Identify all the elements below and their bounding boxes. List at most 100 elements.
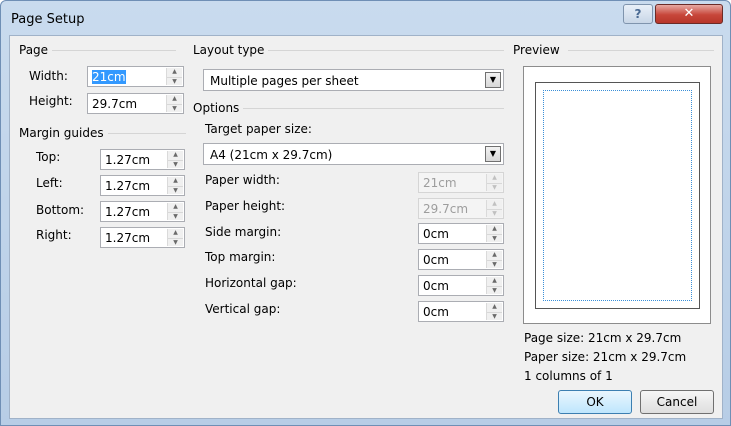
top-margin-spin-buttons[interactable]: ▲ ▼ [167, 151, 183, 168]
margins-group-divider [106, 133, 186, 134]
bottom-margin-spin-buttons[interactable]: ▲ ▼ [167, 203, 183, 220]
paper-height-stepper: 29.7cm ▲ ▼ [418, 198, 504, 219]
preview-group-label: Preview [513, 43, 564, 57]
arrow-down-icon[interactable]: ▼ [487, 260, 502, 269]
arrow-down-icon[interactable]: ▼ [487, 234, 502, 243]
bottom-margin-value[interactable]: 1.27cm [105, 205, 150, 219]
right-margin-spin-buttons[interactable]: ▲ ▼ [167, 229, 183, 246]
paper-height-value: 29.7cm [423, 202, 469, 216]
layout-group-divider [266, 50, 504, 51]
ok-button[interactable]: OK [558, 390, 632, 414]
layout-group-label: Layout type [193, 43, 269, 57]
cancel-button[interactable]: Cancel [640, 390, 714, 414]
arrow-up-icon[interactable]: ▲ [487, 251, 502, 259]
paper-height-label: Paper height: [205, 199, 286, 213]
side-margin-value[interactable]: 0cm [423, 227, 449, 241]
arrow-up-icon: ▲ [492, 200, 497, 207]
side-margin-label: Side margin: [205, 225, 282, 239]
page-setup-dialog: Page Setup ? ✕ Page Width: 21cm ▲ ▼ Heig… [0, 0, 731, 426]
margins-group-label: Margin guides [19, 126, 108, 140]
width-value[interactable]: 21cm [92, 70, 126, 84]
left-margin-label: Left: [36, 176, 63, 190]
preview-paper-size: Paper size: 21cm x 29.7cm [524, 350, 687, 364]
arrow-up-icon[interactable]: ▲ [168, 177, 183, 185]
arrow-up-icon[interactable]: ▲ [487, 225, 502, 233]
preview-columns: 1 columns of 1 [524, 369, 613, 383]
vertical-gap-spin-buttons[interactable]: ▲ ▼ [486, 303, 502, 320]
dialog-client-area: Page Width: 21cm ▲ ▼ Height: 29.7cm ▲ ▼ … [9, 35, 723, 419]
arrow-down-icon: ▼ [487, 183, 502, 192]
left-margin-spin-buttons[interactable]: ▲ ▼ [167, 177, 183, 194]
paper-width-value: 21cm [423, 176, 457, 190]
left-margin-value[interactable]: 1.27cm [105, 179, 150, 193]
arrow-up-icon[interactable]: ▲ [168, 203, 183, 211]
top-margin-value[interactable]: 1.27cm [105, 153, 150, 167]
close-icon: ✕ [683, 6, 695, 21]
width-value-text: 21cm [92, 70, 126, 84]
right-margin-label: Right: [36, 228, 72, 242]
horizontal-gap-value[interactable]: 0cm [423, 279, 449, 293]
right-margin-value[interactable]: 1.27cm [105, 231, 150, 245]
top-margin-option-spin-buttons[interactable]: ▲ ▼ [486, 251, 502, 268]
paper-width-spin-buttons: ▲ ▼ [486, 174, 502, 191]
side-margin-stepper[interactable]: 0cm ▲ ▼ [418, 223, 504, 244]
arrow-down-icon[interactable]: ▼ [167, 77, 182, 86]
arrow-down-icon[interactable]: ▼ [168, 186, 183, 195]
title-bar: Page Setup ? ✕ [1, 1, 730, 37]
target-paper-size-value: A4 (21cm x 29.7cm) [210, 148, 333, 162]
top-margin-option-stepper[interactable]: 0cm ▲ ▼ [418, 249, 504, 270]
layout-type-value: Multiple pages per sheet [210, 74, 359, 88]
preview-margin-guide [543, 90, 692, 301]
window-title: Page Setup [11, 12, 85, 27]
arrow-down-icon[interactable]: ▼ [487, 312, 502, 321]
arrow-up-icon[interactable]: ▲ [167, 68, 182, 76]
preview-page [535, 82, 700, 309]
paper-width-label: Paper width: [205, 173, 280, 187]
right-margin-stepper[interactable]: 1.27cm ▲ ▼ [100, 227, 185, 248]
arrow-down-icon: ▼ [487, 209, 502, 218]
width-label: Width: [29, 69, 68, 83]
arrow-up-icon[interactable]: ▲ [487, 277, 502, 285]
chevron-down-icon[interactable]: ▼ [485, 72, 501, 88]
arrow-down-icon[interactable]: ▼ [168, 212, 183, 221]
arrow-up-icon[interactable]: ▲ [167, 95, 182, 103]
arrow-down-icon[interactable]: ▼ [487, 286, 502, 295]
top-margin-stepper[interactable]: 1.27cm ▲ ▼ [100, 149, 185, 170]
arrow-down-icon[interactable]: ▼ [168, 238, 183, 247]
target-paper-size-select[interactable]: A4 (21cm x 29.7cm) ▼ [203, 143, 504, 165]
help-button[interactable]: ? [623, 4, 653, 24]
chevron-down-icon[interactable]: ▼ [485, 146, 501, 162]
arrow-up-icon[interactable]: ▲ [168, 229, 183, 237]
options-group-divider [240, 108, 504, 109]
height-stepper[interactable]: 29.7cm ▲ ▼ [87, 93, 184, 114]
width-spin-buttons[interactable]: ▲ ▼ [166, 68, 182, 85]
bottom-margin-stepper[interactable]: 1.27cm ▲ ▼ [100, 201, 185, 222]
preview-page-size: Page size: 21cm x 29.7cm [524, 331, 682, 345]
horizontal-gap-stepper[interactable]: 0cm ▲ ▼ [418, 275, 504, 296]
left-margin-stepper[interactable]: 1.27cm ▲ ▼ [100, 175, 185, 196]
layout-type-select[interactable]: Multiple pages per sheet ▼ [203, 69, 504, 91]
close-button[interactable]: ✕ [655, 4, 723, 24]
top-margin-label: Top: [36, 150, 61, 164]
top-margin-option-value[interactable]: 0cm [423, 253, 449, 267]
arrow-up-icon: ▲ [492, 174, 497, 181]
vertical-gap-stepper[interactable]: 0cm ▲ ▼ [418, 301, 504, 322]
paper-width-stepper: 21cm ▲ ▼ [418, 172, 504, 193]
height-spin-buttons[interactable]: ▲ ▼ [166, 95, 182, 112]
width-stepper[interactable]: 21cm ▲ ▼ [87, 66, 184, 87]
height-value[interactable]: 29.7cm [92, 97, 137, 111]
vertical-gap-label: Vertical gap: [205, 302, 281, 316]
arrow-down-icon[interactable]: ▼ [168, 160, 183, 169]
horizontal-gap-spin-buttons[interactable]: ▲ ▼ [486, 277, 502, 294]
arrow-up-icon[interactable]: ▲ [487, 303, 502, 311]
arrow-up-icon[interactable]: ▲ [168, 151, 183, 159]
vertical-gap-value[interactable]: 0cm [423, 305, 449, 319]
page-group-divider [46, 50, 176, 51]
horizontal-gap-label: Horizontal gap: [205, 276, 297, 290]
target-paper-size-label: Target paper size: [205, 122, 312, 136]
page-group-label: Page [19, 43, 53, 57]
paper-height-spin-buttons: ▲ ▼ [486, 200, 502, 217]
width-label-text: Width: [29, 69, 68, 83]
arrow-down-icon[interactable]: ▼ [167, 104, 182, 113]
side-margin-spin-buttons[interactable]: ▲ ▼ [486, 225, 502, 242]
